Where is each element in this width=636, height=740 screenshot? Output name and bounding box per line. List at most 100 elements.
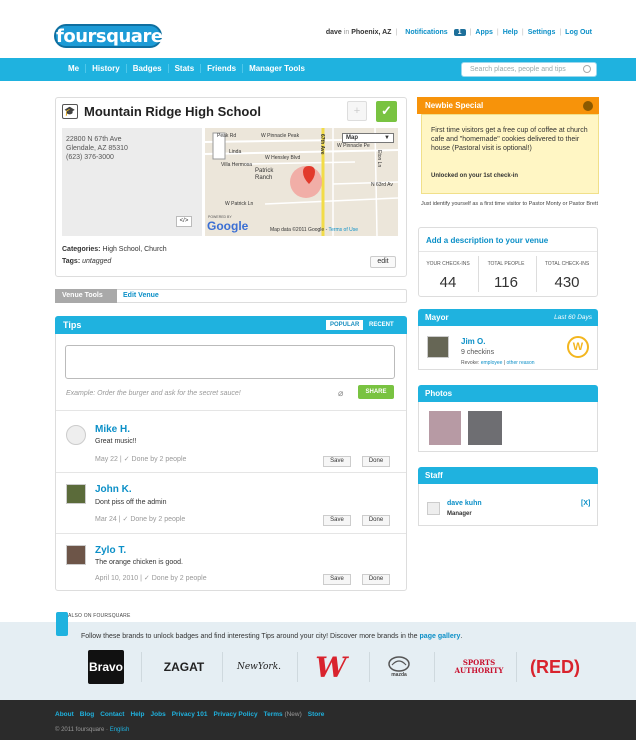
remove-staff-button[interactable]: [X] — [581, 500, 590, 507]
search-icon[interactable] — [583, 65, 591, 73]
footer-link-contact[interactable]: Contact — [100, 711, 124, 718]
footer-link-privacy-101[interactable]: Privacy 101 — [172, 711, 208, 718]
footer-link-privacy-policy[interactable]: Privacy Policy — [214, 711, 258, 718]
google-logo: Google — [207, 219, 249, 233]
footer-link-terms[interactable]: Terms (New) — [264, 711, 302, 718]
page-gallery-link[interactable]: page gallery — [420, 633, 461, 640]
stat-value: 116 — [494, 274, 518, 291]
settings-link[interactable]: Settings — [524, 29, 560, 36]
map-type-value: Map — [346, 135, 358, 141]
add-to-list-button[interactable]: + — [347, 101, 367, 121]
newbie-unlock-text: Unlocked on your 1st check-in — [431, 173, 519, 179]
brands-intro: Follow these brands to unlock badges and… — [81, 633, 462, 640]
tip-meta: April 10, 2010 | ✓ Done by 2 people — [95, 575, 207, 582]
tip-author[interactable]: Mike H. — [95, 424, 130, 435]
stat-value: 44 — [439, 274, 457, 291]
mayor-period: Last 60 Days — [554, 314, 592, 321]
save-tip-button[interactable]: Save — [323, 456, 351, 467]
footer-link-store[interactable]: Store — [308, 711, 325, 718]
add-description-link[interactable]: Add a description to your venue — [426, 236, 548, 245]
venue-tools-tab[interactable]: Venue Tools — [55, 289, 117, 303]
footer-links: About Blog Contact Help Jobs Privacy 101… — [55, 711, 324, 718]
nav-item-manager-tools[interactable]: Manager Tools — [243, 64, 311, 73]
crown-icon: W — [567, 336, 589, 358]
avatar[interactable] — [427, 336, 449, 358]
stat-label: TOTAL CHECK-INS — [544, 261, 590, 267]
brand-red[interactable]: (RED) — [526, 650, 584, 684]
done-tip-button[interactable]: Done — [362, 515, 390, 526]
map-label: W Pinnacle Peak — [261, 133, 300, 139]
map-label: 67th Ave — [319, 134, 325, 155]
footer-link-help[interactable]: Help — [130, 711, 144, 718]
map-label: W Hensley Blvd — [265, 155, 301, 161]
save-tip-button[interactable]: Save — [323, 515, 351, 526]
share-button[interactable]: SHARE — [358, 385, 394, 399]
footer-link-jobs[interactable]: Jobs — [151, 711, 166, 718]
brand-bravo[interactable]: Bravo — [88, 650, 124, 684]
tab-recent[interactable]: RECENT — [369, 322, 394, 328]
newbie-special-header: Newbie Special — [417, 97, 599, 114]
brand-new-york[interactable]: NewYork. — [228, 650, 290, 684]
divider — [516, 652, 517, 682]
logout-link[interactable]: Log Out — [561, 29, 596, 36]
notifications-link[interactable]: Notifications 1 — [397, 29, 469, 36]
user-name[interactable]: dave — [322, 29, 344, 36]
tip-date: Mar 24 — [95, 516, 117, 523]
tip-example-text: Example: Order the burger and ask for th… — [66, 390, 241, 397]
divider — [56, 410, 406, 411]
divider — [56, 533, 406, 534]
nav-item-stats[interactable]: Stats — [169, 64, 202, 73]
brand-mazda[interactable]: mazda — [377, 650, 421, 684]
embed-code-button[interactable]: </> — [176, 216, 192, 227]
footer-link-blog[interactable]: Blog — [80, 711, 94, 718]
venue-phone: (623) 376-3000 — [66, 154, 114, 161]
brand-sports-authority[interactable]: SPORTS AUTHORITY — [448, 650, 510, 684]
search-input[interactable]: Search places, people and tips — [461, 62, 597, 77]
map-label: W Pinnacle Pe — [337, 143, 370, 149]
footer-link-about[interactable]: About — [55, 711, 74, 718]
foursquare-logo[interactable]: foursquare — [54, 24, 163, 48]
avatar[interactable] — [427, 502, 440, 515]
divider — [369, 652, 370, 682]
done-tip-button[interactable]: Done — [362, 456, 390, 467]
mayor-name[interactable]: Jim O. — [461, 337, 485, 346]
tip-done-count: Done by 2 people — [151, 575, 207, 582]
edit-tags-button[interactable]: edit — [370, 256, 396, 268]
brand-zagat[interactable]: ZAGAT — [154, 650, 214, 684]
tip-meta: May 22 | ✓ Done by 2 people — [95, 456, 187, 463]
apps-link[interactable]: Apps — [471, 29, 497, 36]
avatar[interactable] — [66, 545, 86, 565]
done-tip-button[interactable]: Done — [362, 574, 390, 585]
brand-walgreens[interactable]: W — [305, 650, 357, 684]
revoke-separator: | — [503, 360, 506, 366]
nav-item-badges[interactable]: Badges — [127, 64, 169, 73]
revoke-employee-link[interactable]: employee — [481, 360, 503, 366]
check-in-button[interactable]: ✓ — [376, 101, 397, 122]
address-line-2: Glendale, AZ 85310 — [66, 145, 128, 152]
venue-photo[interactable] — [468, 411, 502, 445]
tip-author[interactable]: John K. — [95, 484, 132, 495]
nav-item-friends[interactable]: Friends — [201, 64, 244, 73]
divider — [536, 256, 537, 292]
stat-value: 430 — [554, 274, 580, 291]
attach-icon[interactable]: ⌀ — [338, 388, 343, 399]
edit-venue-link[interactable]: Edit Venue — [123, 292, 159, 299]
tip-author[interactable]: Zylo T. — [95, 545, 126, 556]
avatar[interactable] — [66, 484, 86, 504]
tip-textarea[interactable] — [65, 345, 395, 379]
venue-photo[interactable] — [429, 411, 461, 445]
language-link[interactable]: English — [110, 727, 130, 733]
mayor-checkins: 9 checkins — [461, 349, 495, 356]
avatar[interactable] — [66, 425, 86, 445]
staff-name[interactable]: dave kuhn — [447, 500, 482, 507]
map-type-select[interactable]: Map ▼ — [342, 133, 394, 143]
help-link[interactable]: Help — [499, 29, 522, 36]
save-tip-button[interactable]: Save — [323, 574, 351, 585]
nav-item-history[interactable]: History — [86, 64, 127, 73]
categories-label: Categories: — [62, 246, 101, 253]
divider — [56, 472, 406, 473]
nav-item-me[interactable]: Me — [62, 64, 87, 73]
terms-of-use-link[interactable]: Terms of Use — [329, 227, 358, 233]
tab-popular[interactable]: POPULAR — [326, 320, 364, 330]
revoke-other-link[interactable]: other reason — [507, 360, 535, 366]
